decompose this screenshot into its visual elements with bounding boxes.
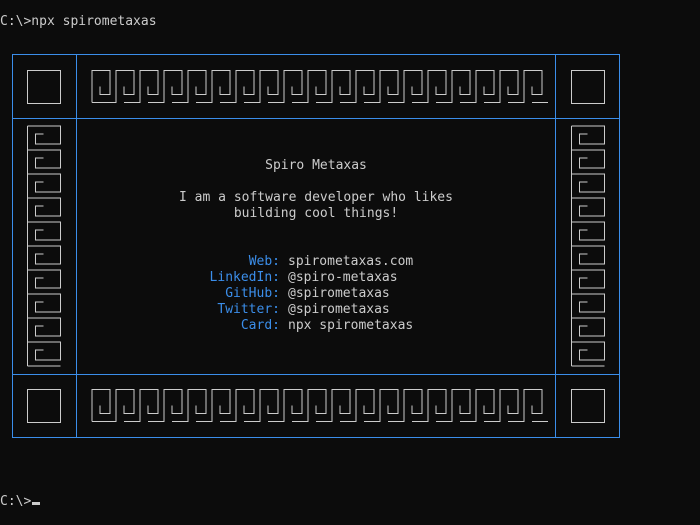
card-name: Spiro Metaxas	[265, 158, 367, 173]
corner-square-bottom-right	[571, 389, 605, 423]
terminal-prompt[interactable]: C:\>	[0, 494, 41, 510]
card-bio-line-1: I am a software developer who likes	[179, 190, 453, 205]
linkedin-label: LinkedIn:	[209, 270, 280, 285]
card-value: npx spirometaxas	[288, 318, 414, 333]
greek-key-top-band	[91, 70, 548, 103]
prompt-text: C:\>	[0, 494, 32, 509]
frame-outer-border	[12, 54, 620, 438]
corner-square-bottom-left	[27, 389, 61, 423]
web-value: spirometaxas.com	[288, 254, 414, 269]
github-label: GitHub:	[225, 286, 280, 301]
github-value: @spirometaxas	[288, 286, 390, 301]
card-label: Card:	[240, 318, 280, 333]
greek-key-left-band	[27, 125, 61, 367]
corner-square-top-right	[571, 70, 605, 104]
text-cursor	[32, 502, 41, 505]
corner-square-top-left	[27, 70, 61, 104]
greek-key-bottom-band	[91, 389, 548, 422]
card-bio-line-2: building cool things!	[233, 206, 399, 221]
web-label: Web:	[248, 254, 280, 269]
twitter-value: @spirometaxas	[288, 302, 390, 317]
greek-key-right-band	[571, 125, 605, 367]
twitter-label: Twitter:	[217, 302, 280, 317]
linkedin-value: @spiro-metaxas	[288, 270, 398, 285]
